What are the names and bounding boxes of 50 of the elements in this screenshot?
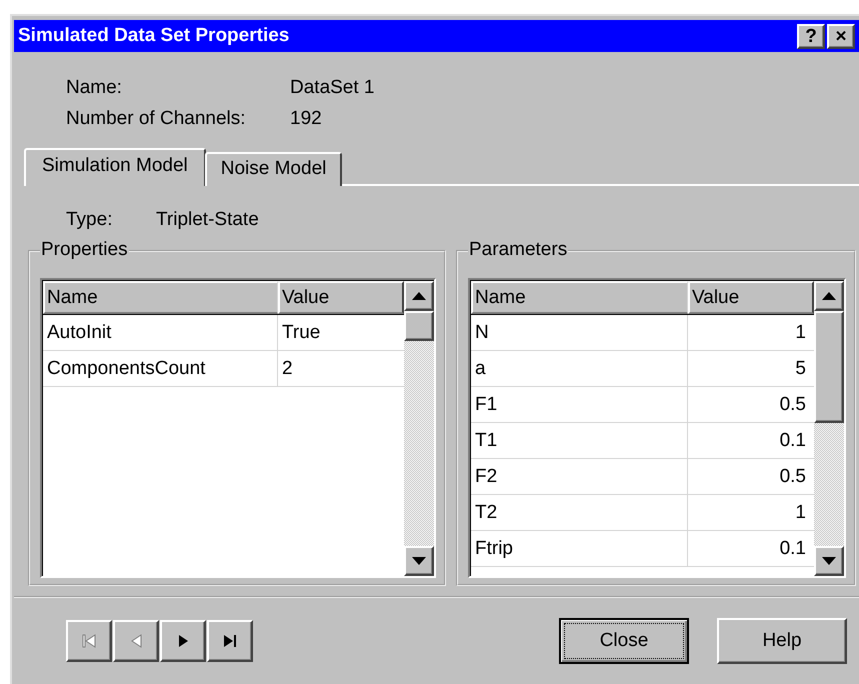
down-arrow-icon <box>822 557 836 565</box>
field-label: Number of Channels: <box>66 108 247 130</box>
column-header[interactable]: Value <box>278 281 404 314</box>
column-header[interactable]: Name <box>43 281 278 314</box>
table-cell: F2 <box>471 459 688 494</box>
navigation-button[interactable] <box>207 620 253 662</box>
scroll-down-button[interactable] <box>814 546 844 576</box>
close-button[interactable]: Close <box>559 618 689 664</box>
help-button[interactable]: ? <box>797 24 825 48</box>
up-arrow-icon <box>412 292 426 300</box>
table-cell-text: True <box>281 320 322 344</box>
field-label: Name: <box>66 76 123 98</box>
field-label: Type: <box>66 209 114 231</box>
close-button[interactable]: × <box>827 24 855 48</box>
window-title: Simulated Data Set Properties <box>18 25 290 47</box>
scrollbar-thumb[interactable] <box>814 311 844 423</box>
table-cell: F1 <box>471 387 688 422</box>
table-cell: T1 <box>471 423 688 458</box>
skip-first-icon <box>81 633 97 649</box>
column-header[interactable]: Name <box>471 281 688 314</box>
table-cell: AutoInit <box>43 315 278 350</box>
table-cell: N <box>471 315 688 350</box>
down-arrow-icon <box>412 557 426 565</box>
table-cell-text: 5 <box>794 356 807 380</box>
table-cell: a <box>471 351 688 386</box>
skip-last-icon <box>222 633 238 649</box>
table-cell-text: 1 <box>794 500 807 524</box>
scroll-up-button[interactable] <box>404 281 434 311</box>
field-value: DataSet 1 <box>290 76 374 98</box>
tab[interactable]: Noise Model <box>204 152 342 186</box>
table-cell: ComponentsCount <box>43 351 278 386</box>
table-cell-text: 1 <box>794 320 807 344</box>
up-arrow-icon <box>822 292 836 300</box>
table-cell-text: 0.5 <box>778 464 807 488</box>
scroll-up-button[interactable] <box>814 281 844 311</box>
table-cell-text: 0.1 <box>778 428 807 452</box>
table-cell: T2 <box>471 495 688 530</box>
table-cell: Ftrip <box>471 531 688 566</box>
field-value: 192 <box>290 108 322 130</box>
scrollbar-thumb[interactable] <box>404 311 434 341</box>
table-cell-text: 0.1 <box>778 536 807 560</box>
table-cell-text: 0.5 <box>778 392 807 416</box>
scroll-down-button[interactable] <box>404 546 434 576</box>
navigation-button[interactable] <box>160 620 206 662</box>
field-value: Triplet-State <box>156 209 259 231</box>
table-cell-text: 2 <box>281 356 294 380</box>
tab[interactable]: Simulation Model <box>24 148 206 186</box>
column-header[interactable]: Value <box>688 281 814 314</box>
help-button[interactable]: Help <box>717 618 847 664</box>
group-title: Properties <box>40 239 129 261</box>
